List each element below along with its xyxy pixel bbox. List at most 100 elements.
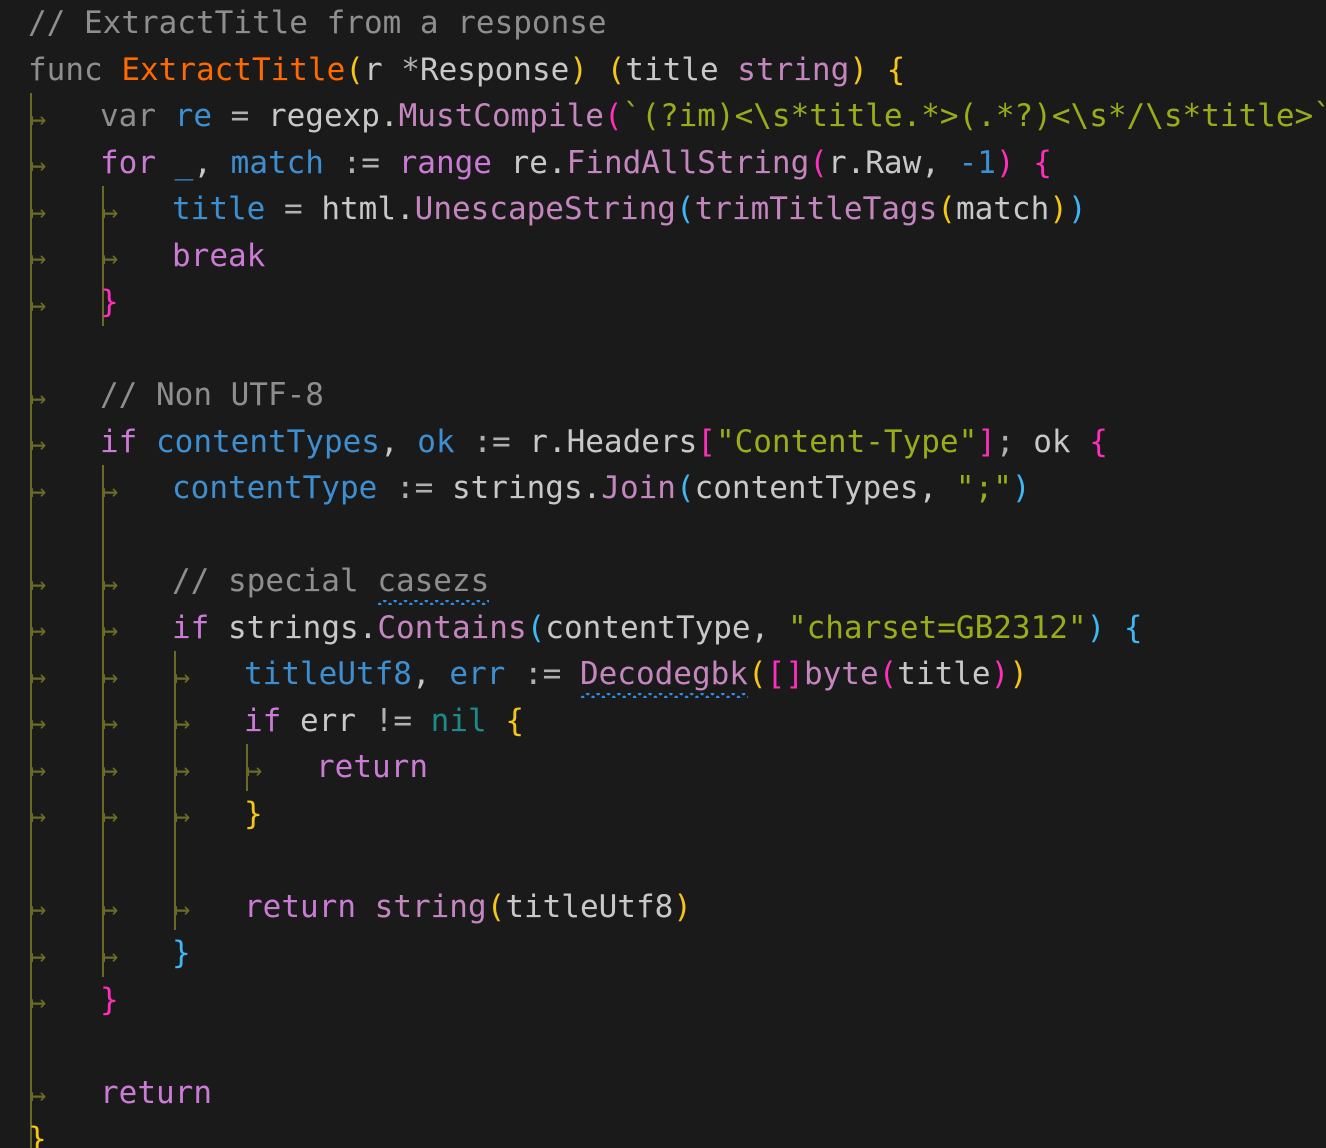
token-brace: }	[100, 284, 119, 320]
token-variable: re	[174, 98, 212, 134]
code-line[interactable]: break	[0, 233, 1326, 280]
token-string: "Content-Type"	[715, 423, 978, 460]
code-line[interactable]: if contentTypes, ok := r.Headers["Conten…	[0, 419, 1326, 466]
token-keyword-func: func	[28, 51, 122, 88]
token-bracket: )	[1009, 656, 1028, 692]
code-line[interactable]: // special casezs	[0, 558, 1326, 605]
token-comment: // Non UTF-8	[100, 377, 324, 413]
code-line-blank[interactable]	[0, 837, 1326, 884]
token-bracket: (	[345, 51, 364, 88]
code-line[interactable]: for _, match := range re.FindAllString(r…	[0, 140, 1326, 187]
code-editor-viewport[interactable]: ↦ ↦ ↦ ↦ ↦ ↦ ↦ ↦ ↦ ↦ ↦ ↦ ↦ ↦ ↦ ↦ ↦ ↦ ↦ ↦ …	[0, 0, 1326, 1148]
token-bracket: )	[1086, 609, 1106, 646]
token-function-call: UnescapeString	[414, 191, 676, 227]
code-line[interactable]: return string(titleUtf8)	[0, 884, 1326, 931]
token-brace: {	[505, 702, 524, 739]
token-bracket: ]	[977, 423, 996, 460]
token-bracket: )	[569, 51, 588, 88]
token-brace: }	[28, 1121, 47, 1148]
code-line-blank[interactable]	[0, 1023, 1326, 1070]
token-param: title	[625, 51, 738, 88]
token-bracket: (	[675, 191, 695, 227]
code-line[interactable]: var re = regexp.MustCompile(`(?im)<\s*ti…	[0, 93, 1326, 140]
token-brace: {	[1033, 144, 1052, 181]
token-variable: err	[300, 702, 375, 739]
token-param: r	[363, 51, 402, 88]
code-line[interactable]: contentType := strings.Join(contentTypes…	[0, 465, 1326, 512]
token-function-call: trimTitleTags	[694, 191, 938, 227]
code-line[interactable]: }	[0, 977, 1326, 1024]
code-line[interactable]: return	[0, 1070, 1326, 1117]
token-bracket: (	[526, 609, 546, 646]
token-bracket: [	[697, 423, 716, 460]
token-keyword-if: if	[172, 609, 228, 646]
code-line[interactable]: }	[0, 1116, 1326, 1148]
token-variable: contentType	[172, 470, 378, 506]
token-bracket: )	[1067, 191, 1087, 227]
token-package: html.	[321, 191, 415, 227]
token-variable: _	[174, 144, 194, 181]
token-function-call: Contains	[377, 609, 527, 646]
code-line[interactable]: if strings.Contains(contentType, "charse…	[0, 605, 1326, 652]
code-line[interactable]: }	[0, 930, 1326, 977]
token-comment: // ExtractTitle from a response	[28, 5, 607, 41]
token-package: regexp.	[267, 98, 399, 134]
token-keyword-if: if	[244, 702, 300, 739]
token-brace: }	[100, 981, 119, 1018]
token-brace: }	[172, 935, 191, 971]
code-content[interactable]: // ExtractTitle from a response func Ext…	[0, 0, 1326, 1148]
token-keyword-break: break	[172, 237, 266, 274]
token-function-call: Join	[601, 470, 676, 506]
token-type-conversion: byte	[803, 656, 879, 692]
token-argument: title	[897, 656, 991, 692]
token-bracket: )	[1049, 191, 1068, 227]
token-bracket: (	[747, 656, 767, 692]
token-bracket: )	[995, 144, 1015, 181]
token-variable: ok	[1033, 423, 1071, 460]
token-package: strings.	[451, 470, 602, 506]
code-line[interactable]: // Non UTF-8	[0, 372, 1326, 419]
token-keyword-return: return	[244, 888, 375, 925]
token-bracket: (	[603, 98, 623, 134]
token-keyword-var: var	[100, 98, 175, 134]
token-nil: nil	[430, 702, 487, 739]
token-type-conversion: string	[374, 888, 487, 925]
token-bracket: (	[937, 191, 956, 227]
token-variable: contentTypes	[156, 423, 380, 460]
token-argument: match	[955, 191, 1050, 227]
code-line[interactable]: title = html.UnescapeString(trimTitleTag…	[0, 186, 1326, 233]
token-variable: err	[449, 656, 506, 692]
token-function-call: FindAllString	[566, 144, 810, 181]
code-line-blank[interactable]	[0, 512, 1326, 559]
code-line[interactable]: titleUtf8, err := Decodegbk([]byte(title…	[0, 651, 1326, 698]
token-bracket: )	[673, 888, 692, 925]
code-line[interactable]: func ExtractTitle(r *Response) (title st…	[0, 47, 1326, 94]
code-line[interactable]: }	[0, 279, 1326, 326]
token-brace: }	[244, 795, 263, 832]
token-package: strings.	[228, 609, 378, 646]
token-bracket: (	[809, 144, 828, 181]
token-field: r.Raw	[827, 144, 922, 181]
token-argument: contentType	[545, 609, 751, 646]
code-line-blank[interactable]	[0, 326, 1326, 373]
token-keyword-for: for	[100, 144, 175, 181]
token-argument: contentTypes	[694, 470, 919, 506]
token-bracket: (	[675, 470, 695, 506]
token-bracket: )	[990, 656, 1010, 692]
token-function-call: MustCompile	[398, 98, 604, 134]
token-string: "charset=GB2312"	[787, 609, 1087, 646]
token-argument: titleUtf8	[505, 888, 674, 925]
token-brace: {	[1123, 609, 1143, 646]
token-raw-string: `(?im)<\s*title.*>(.*?)<\s*/\s*title>`	[622, 98, 1326, 134]
token-field: r.Headers	[529, 423, 698, 460]
token-number: -1	[958, 144, 996, 181]
token-function-declaration: ExtractTitle	[121, 51, 346, 88]
code-line[interactable]: if err != nil {	[0, 698, 1326, 745]
code-line[interactable]: // ExtractTitle from a response	[0, 0, 1326, 47]
code-line[interactable]: }	[0, 791, 1326, 838]
token-keyword-return: return	[316, 749, 428, 785]
token-type: string	[737, 51, 850, 88]
token-bracket: (	[606, 51, 626, 88]
token-type: Response	[419, 51, 570, 88]
code-line[interactable]: return	[0, 744, 1326, 791]
